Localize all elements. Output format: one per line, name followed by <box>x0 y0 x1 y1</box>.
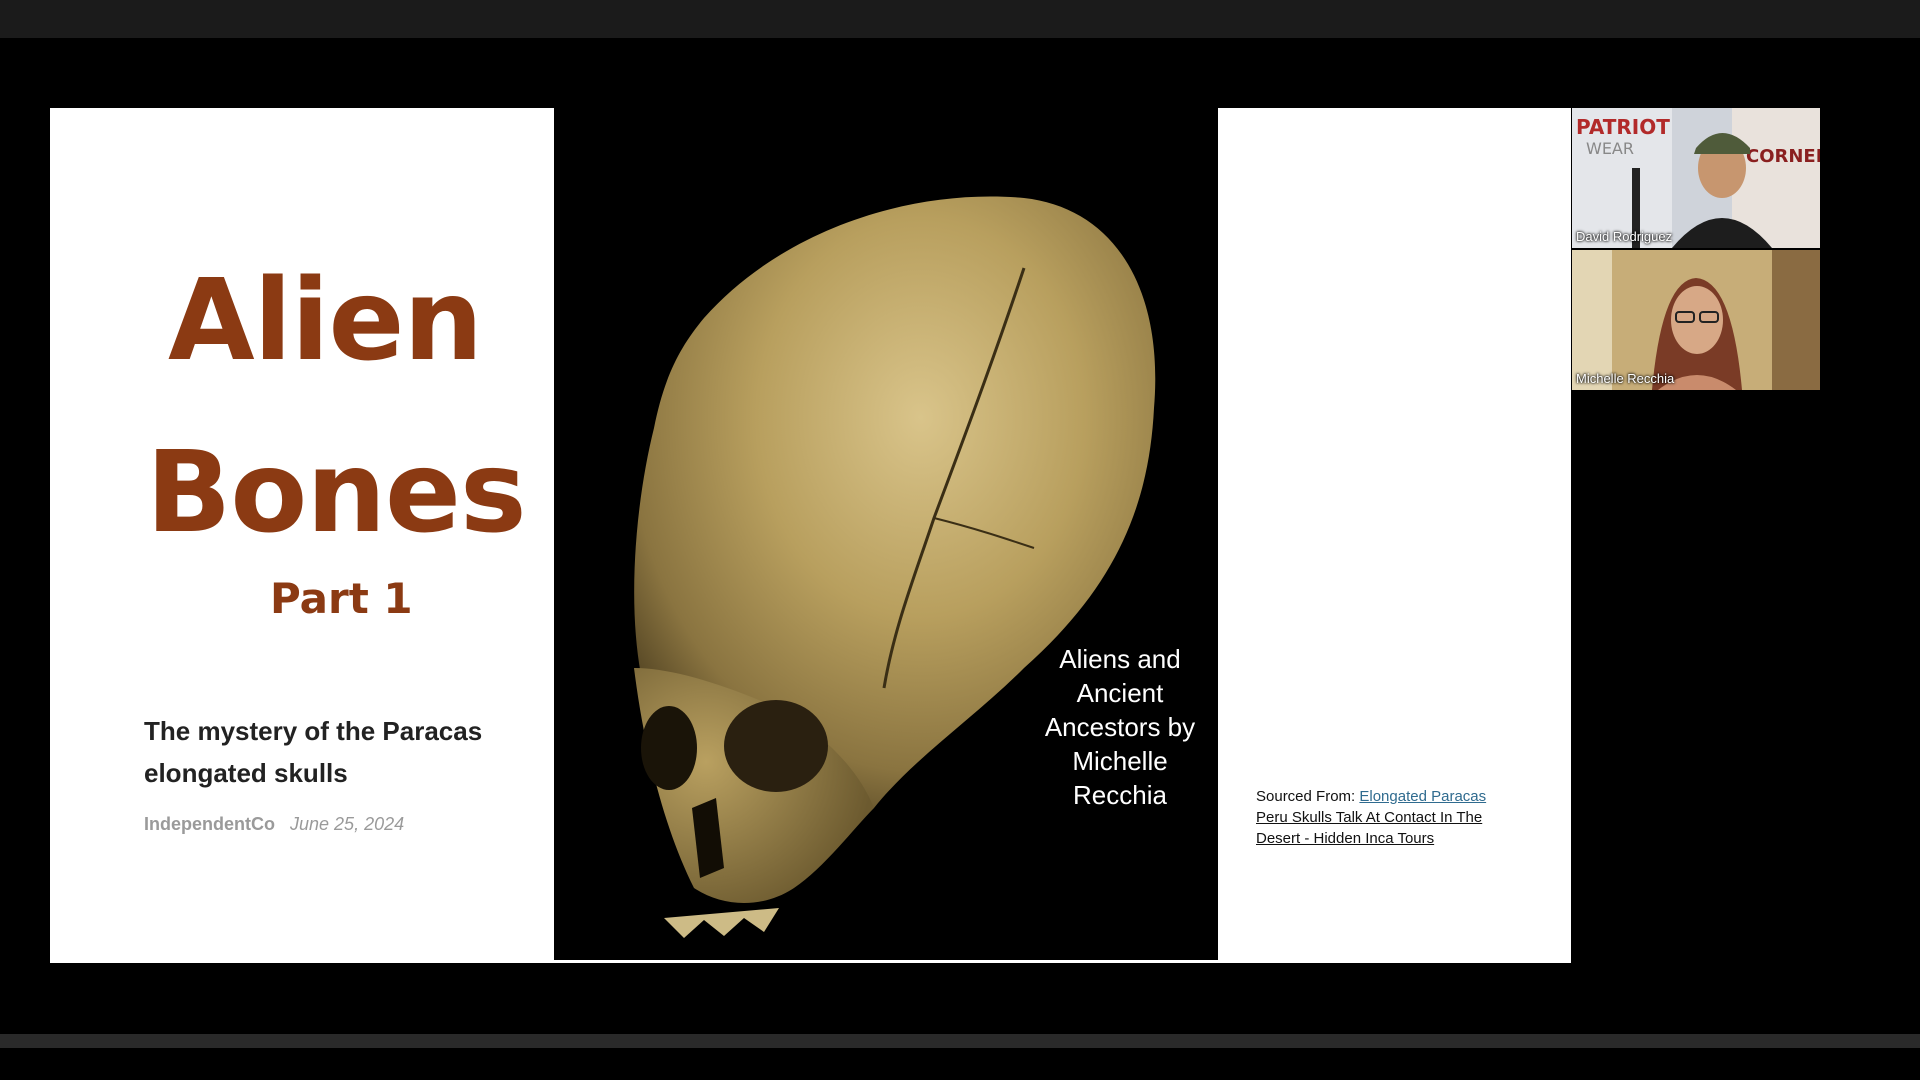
skull-image-caption: Aliens and Ancient Ancestors by Michelle… <box>1044 644 1196 810</box>
participant-video-tile[interactable]: Michelle Recchia <box>1572 250 1820 390</box>
window-bottom-bar <box>0 1034 1920 1048</box>
sign-wear-text: WEAR <box>1586 139 1634 158</box>
slide-title-panel: Alien Bones Part 1 The mystery of the Pa… <box>50 108 554 963</box>
sign-corner-text: CORNER <box>1746 146 1820 167</box>
slide-source-citation: Sourced From: Elongated Paracas Peru Sku… <box>1256 786 1496 849</box>
slide-title-line-1: Alien <box>168 256 483 386</box>
slide-date: June 25, 2024 <box>290 814 405 834</box>
sign-patriot-text: PATRIOT <box>1576 115 1670 139</box>
slide-part-label: Part 1 <box>270 574 413 623</box>
participant-name-label: David Rodriguez <box>1576 229 1673 244</box>
window-top-bar <box>0 0 1920 38</box>
participant-video-feed: PATRIOT WEAR CORNER <box>1572 108 1820 248</box>
source-link-elongated-paracas[interactable]: Elongated Paracas <box>1359 788 1486 805</box>
slide-subtitle: The mystery of the Paracas elongated sku… <box>144 716 483 788</box>
slide-author: IndependentCo <box>144 814 275 834</box>
slide-title-line-2: Bones <box>146 428 527 558</box>
source-link-peru-skulls-talk[interactable]: Peru Skulls Talk At Contact In The Deser… <box>1256 809 1482 847</box>
skull-eye-socket-left <box>641 706 697 790</box>
source-prefix: Sourced From: <box>1256 788 1360 805</box>
skull-eye-socket-right <box>724 700 828 792</box>
skull-teeth <box>664 908 779 938</box>
elongated-skull-image <box>634 196 1156 938</box>
participant-video-feed <box>1572 250 1820 390</box>
shared-screen-slide: Alien Bones Part 1 The mystery of the Pa… <box>50 108 1571 963</box>
slide-byline: IndependentCo June 25, 2024 <box>144 814 404 835</box>
skull-image-panel: Aliens and Ancient Ancestors by Michelle… <box>554 108 1218 960</box>
participant-name-label: Michelle Recchia <box>1576 371 1675 386</box>
participant-video-tile[interactable]: PATRIOT WEAR CORNER David Rodriguez <box>1572 108 1820 248</box>
